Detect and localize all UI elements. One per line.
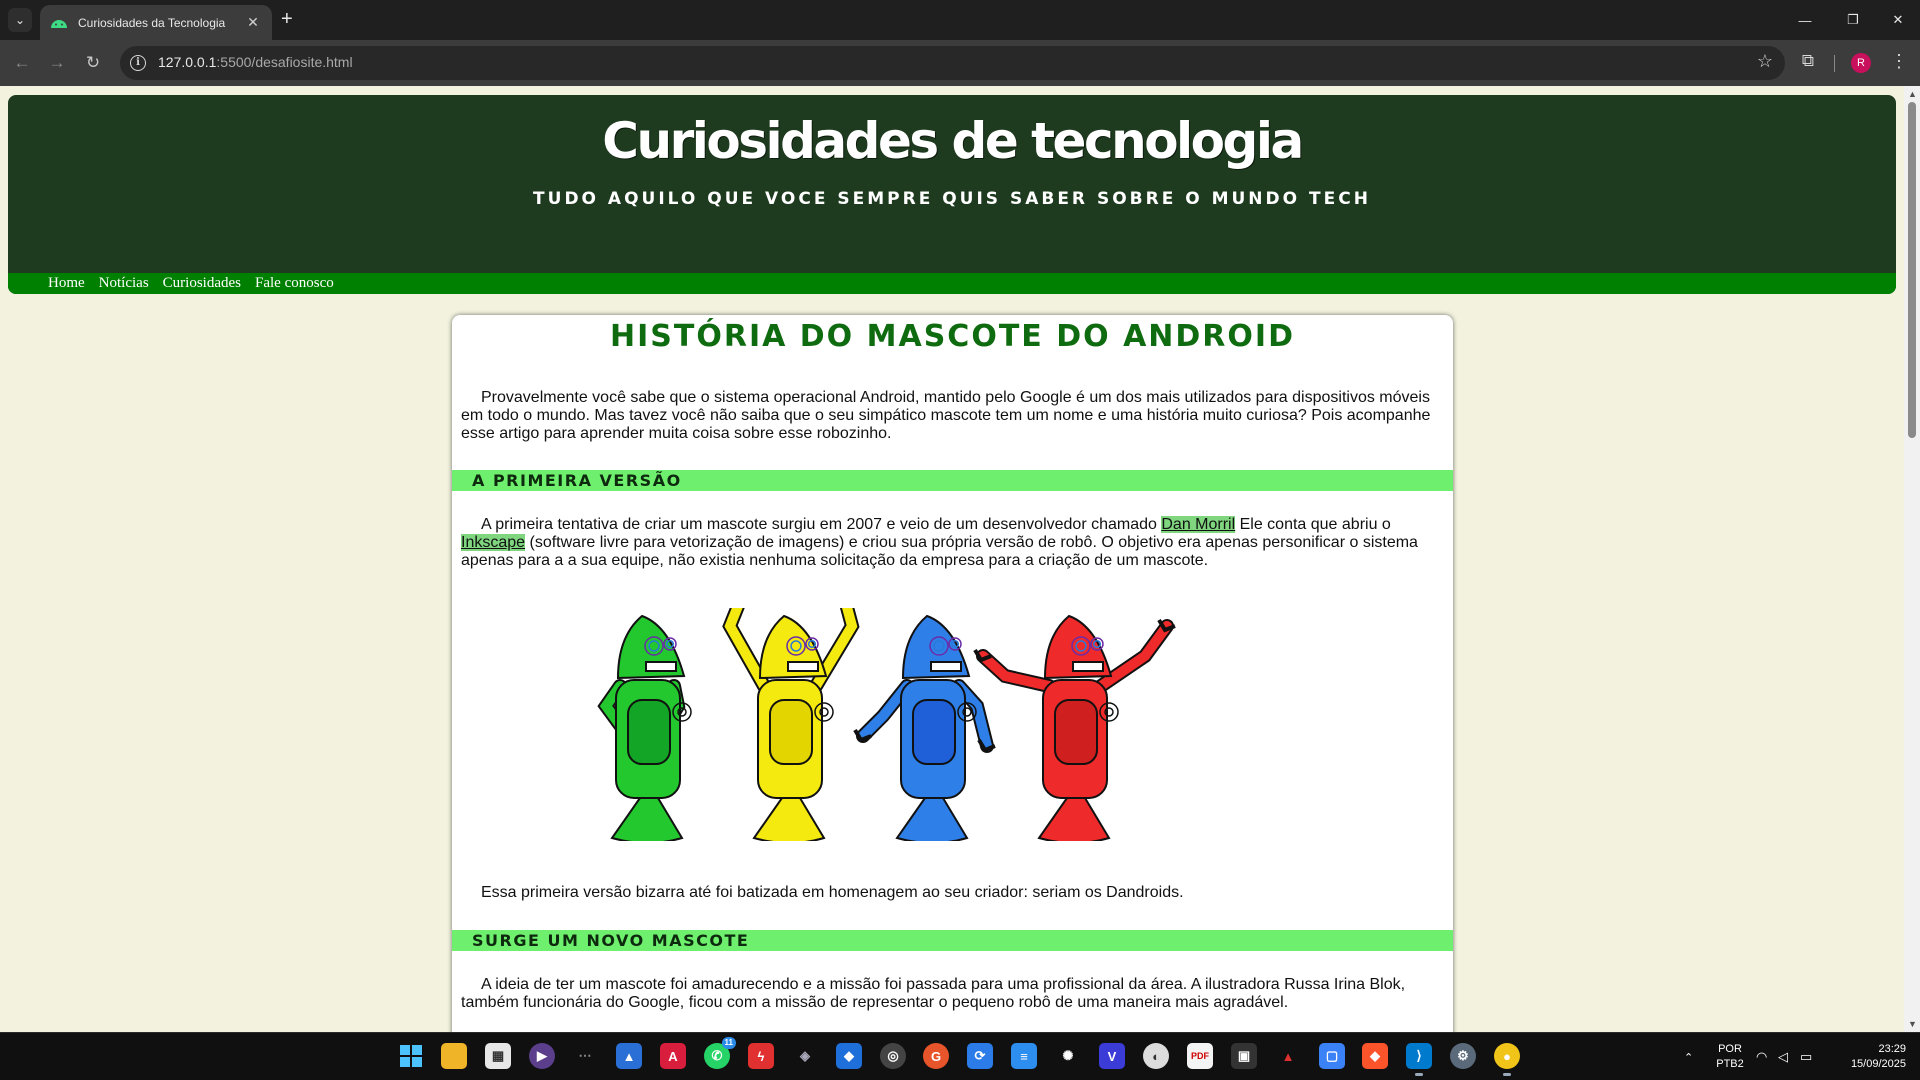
settings-gear-icon[interactable]: ⚙	[1450, 1043, 1476, 1069]
profile-avatar[interactable]: R	[1851, 53, 1871, 73]
image-caption-paragraph: Essa primeira versão bizarra até foi bat…	[481, 884, 1184, 901]
page-scrollbar[interactable]: ▲ ▼	[1904, 86, 1920, 1032]
windows-start-icon[interactable]	[398, 1043, 424, 1069]
app-icon[interactable]: ⟳	[967, 1043, 993, 1069]
link-inkscape[interactable]: Inkscape	[461, 534, 526, 551]
back-arrow-icon[interactable]: ←	[10, 51, 34, 75]
volume-icon[interactable]: ◁	[1778, 1033, 1788, 1080]
notes-icon[interactable]: ≡	[1011, 1043, 1037, 1069]
site-header: Curiosidades de tecnologia Tudo aquilo q…	[8, 95, 1896, 294]
site-menu: Home Notícias Curiosidades Fale conosco	[8, 273, 1896, 294]
page-viewport: Curiosidades de tecnologia Tudo aquilo q…	[0, 86, 1904, 1032]
browser-tab-strip: ⌄ Curiosidades da Tecnologia ✕ + — ❐ ✕	[0, 0, 1920, 40]
media-player-icon[interactable]: ▶	[529, 1043, 555, 1069]
link-dan-morril[interactable]: Dan Morril	[1161, 516, 1236, 533]
brave-icon[interactable]: ◆	[1362, 1043, 1388, 1069]
terminal-icon[interactable]: ▣	[1231, 1043, 1257, 1069]
microsoft-store-icon[interactable]: ▦	[485, 1043, 511, 1069]
new-tab-icon[interactable]: +	[281, 9, 293, 29]
scrollbar-thumb[interactable]	[1908, 102, 1916, 438]
forward-arrow-icon[interactable]: →	[45, 51, 69, 75]
chrome-icon[interactable]: ●	[1494, 1043, 1520, 1076]
robot-figure	[852, 614, 996, 841]
section-heading-primeira-versao: A primeira versão	[452, 470, 1453, 491]
notification-badge: 11	[721, 1037, 736, 1049]
article-title: História do mascote do Android	[610, 319, 1295, 354]
primeira-versao-paragraph: A primeira tentativa de criar um mascote…	[452, 516, 1453, 570]
close-window-icon[interactable]: ✕	[1874, 0, 1920, 40]
app-icon[interactable]: ϟ	[748, 1043, 774, 1069]
dandroids-image	[596, 608, 1176, 841]
photos-icon[interactable]: ▲	[616, 1043, 642, 1069]
scroll-up-icon[interactable]: ▲	[1908, 89, 1917, 99]
menu-item-fale-conosco[interactable]: Fale conosco	[248, 273, 341, 294]
menu-item-home[interactable]: Home	[41, 273, 92, 294]
novo-mascote-paragraph: A ideia de ter um mascote foi amadurecen…	[461, 976, 1406, 1011]
site-title: Curiosidades de tecnologia	[602, 112, 1304, 170]
vscode-icon[interactable]: ⟩	[1406, 1043, 1432, 1076]
pdf-icon[interactable]: PDF	[1187, 1043, 1213, 1069]
language-code: POR	[1718, 1043, 1742, 1055]
app-icon[interactable]: ▢	[1319, 1043, 1345, 1069]
app-icon[interactable]: ⋯	[572, 1043, 598, 1069]
battery-icon[interactable]: ▭	[1800, 1033, 1812, 1080]
scroll-down-icon[interactable]: ▼	[1908, 1019, 1917, 1029]
active-tab[interactable]: Curiosidades da Tecnologia ✕	[40, 5, 272, 40]
defender-shield-icon[interactable]: ◆	[836, 1043, 862, 1069]
robot-figure	[596, 614, 692, 841]
site-info-icon[interactable]: i	[130, 55, 146, 71]
tray-chevron-icon[interactable]: ⌃	[1684, 1033, 1693, 1080]
system-clock[interactable]: 23:29 15/09/2025	[1836, 1042, 1906, 1072]
menu-item-noticias[interactable]: Notícias	[92, 273, 156, 294]
browser-toolbar: ← → ↻ i 127.0.0.1:5500/desafiosite.html …	[0, 40, 1920, 86]
paragraph-text: Ele conta que abriu o	[1235, 516, 1391, 533]
clock-date: 15/09/2025	[1850, 1058, 1906, 1070]
clock-time: 23:29	[1878, 1043, 1906, 1055]
section-heading-novo-mascote: Surge um novo mascote	[452, 930, 1453, 951]
app-icon[interactable]: G	[923, 1043, 949, 1069]
url-text[interactable]: 127.0.0.1:5500/desafiosite.html	[158, 54, 353, 70]
wifi-icon[interactable]: ◠	[1756, 1033, 1767, 1080]
browser-menu-icon[interactable]: ⋮	[1890, 51, 1908, 72]
keyboard-layout: PTB2	[1716, 1058, 1744, 1070]
windows-taskbar: ▦ ▶ ⋯ ▲ A ✆ 11 ϟ ◈ ◆ ◎ G ⟳ ≡ ✺ V ◐ PDF ▣…	[0, 1032, 1920, 1080]
extensions-puzzle-icon[interactable]: ⧉	[1797, 51, 1819, 75]
address-bar[interactable]: i 127.0.0.1:5500/desafiosite.html ☆	[120, 46, 1785, 80]
paragraph-text: A primeira tentativa de criar um mascote…	[481, 516, 1162, 533]
url-host: 127.0.0.1	[158, 54, 217, 70]
toolbar-divider	[1834, 55, 1835, 72]
restore-icon[interactable]: ❐	[1829, 0, 1877, 40]
android-favicon-icon	[51, 19, 67, 28]
reload-icon[interactable]: ↻	[81, 51, 105, 75]
bookmark-star-icon[interactable]: ☆	[1757, 51, 1773, 72]
menu-item-curiosidades[interactable]: Curiosidades	[156, 273, 248, 294]
app-icon[interactable]: ◎	[880, 1043, 906, 1069]
gamepad-icon[interactable]: ◈	[792, 1043, 818, 1069]
paragraph-text: (software livre para vetorização de imag…	[461, 534, 1418, 569]
app-icon[interactable]: ▲	[1275, 1043, 1301, 1069]
close-tab-icon[interactable]: ✕	[244, 14, 262, 31]
robot-figure	[721, 608, 860, 841]
tab-search-button[interactable]: ⌄	[8, 8, 32, 32]
file-explorer-icon[interactable]	[441, 1043, 467, 1069]
app-icon[interactable]: V	[1099, 1043, 1125, 1069]
app-icon[interactable]: ◐	[1143, 1043, 1169, 1069]
minimize-icon[interactable]: —	[1781, 0, 1829, 40]
article-card: História do mascote do Android Provavelm…	[452, 315, 1453, 1032]
chatgpt-icon[interactable]: ✺	[1055, 1043, 1081, 1069]
tab-title: Curiosidades da Tecnologia	[78, 15, 226, 30]
whatsapp-icon[interactable]: ✆ 11	[704, 1037, 736, 1069]
url-path: :5500/desafiosite.html	[216, 54, 353, 70]
robot-figure	[972, 614, 1176, 841]
app-icon[interactable]: A	[660, 1043, 686, 1069]
language-indicator[interactable]: POR PTB2	[1716, 1042, 1744, 1072]
site-subtitle: Tudo aquilo que voce sempre quis saber s…	[533, 189, 1371, 209]
intro-paragraph: Provavelmente você sabe que o sistema op…	[461, 389, 1431, 442]
